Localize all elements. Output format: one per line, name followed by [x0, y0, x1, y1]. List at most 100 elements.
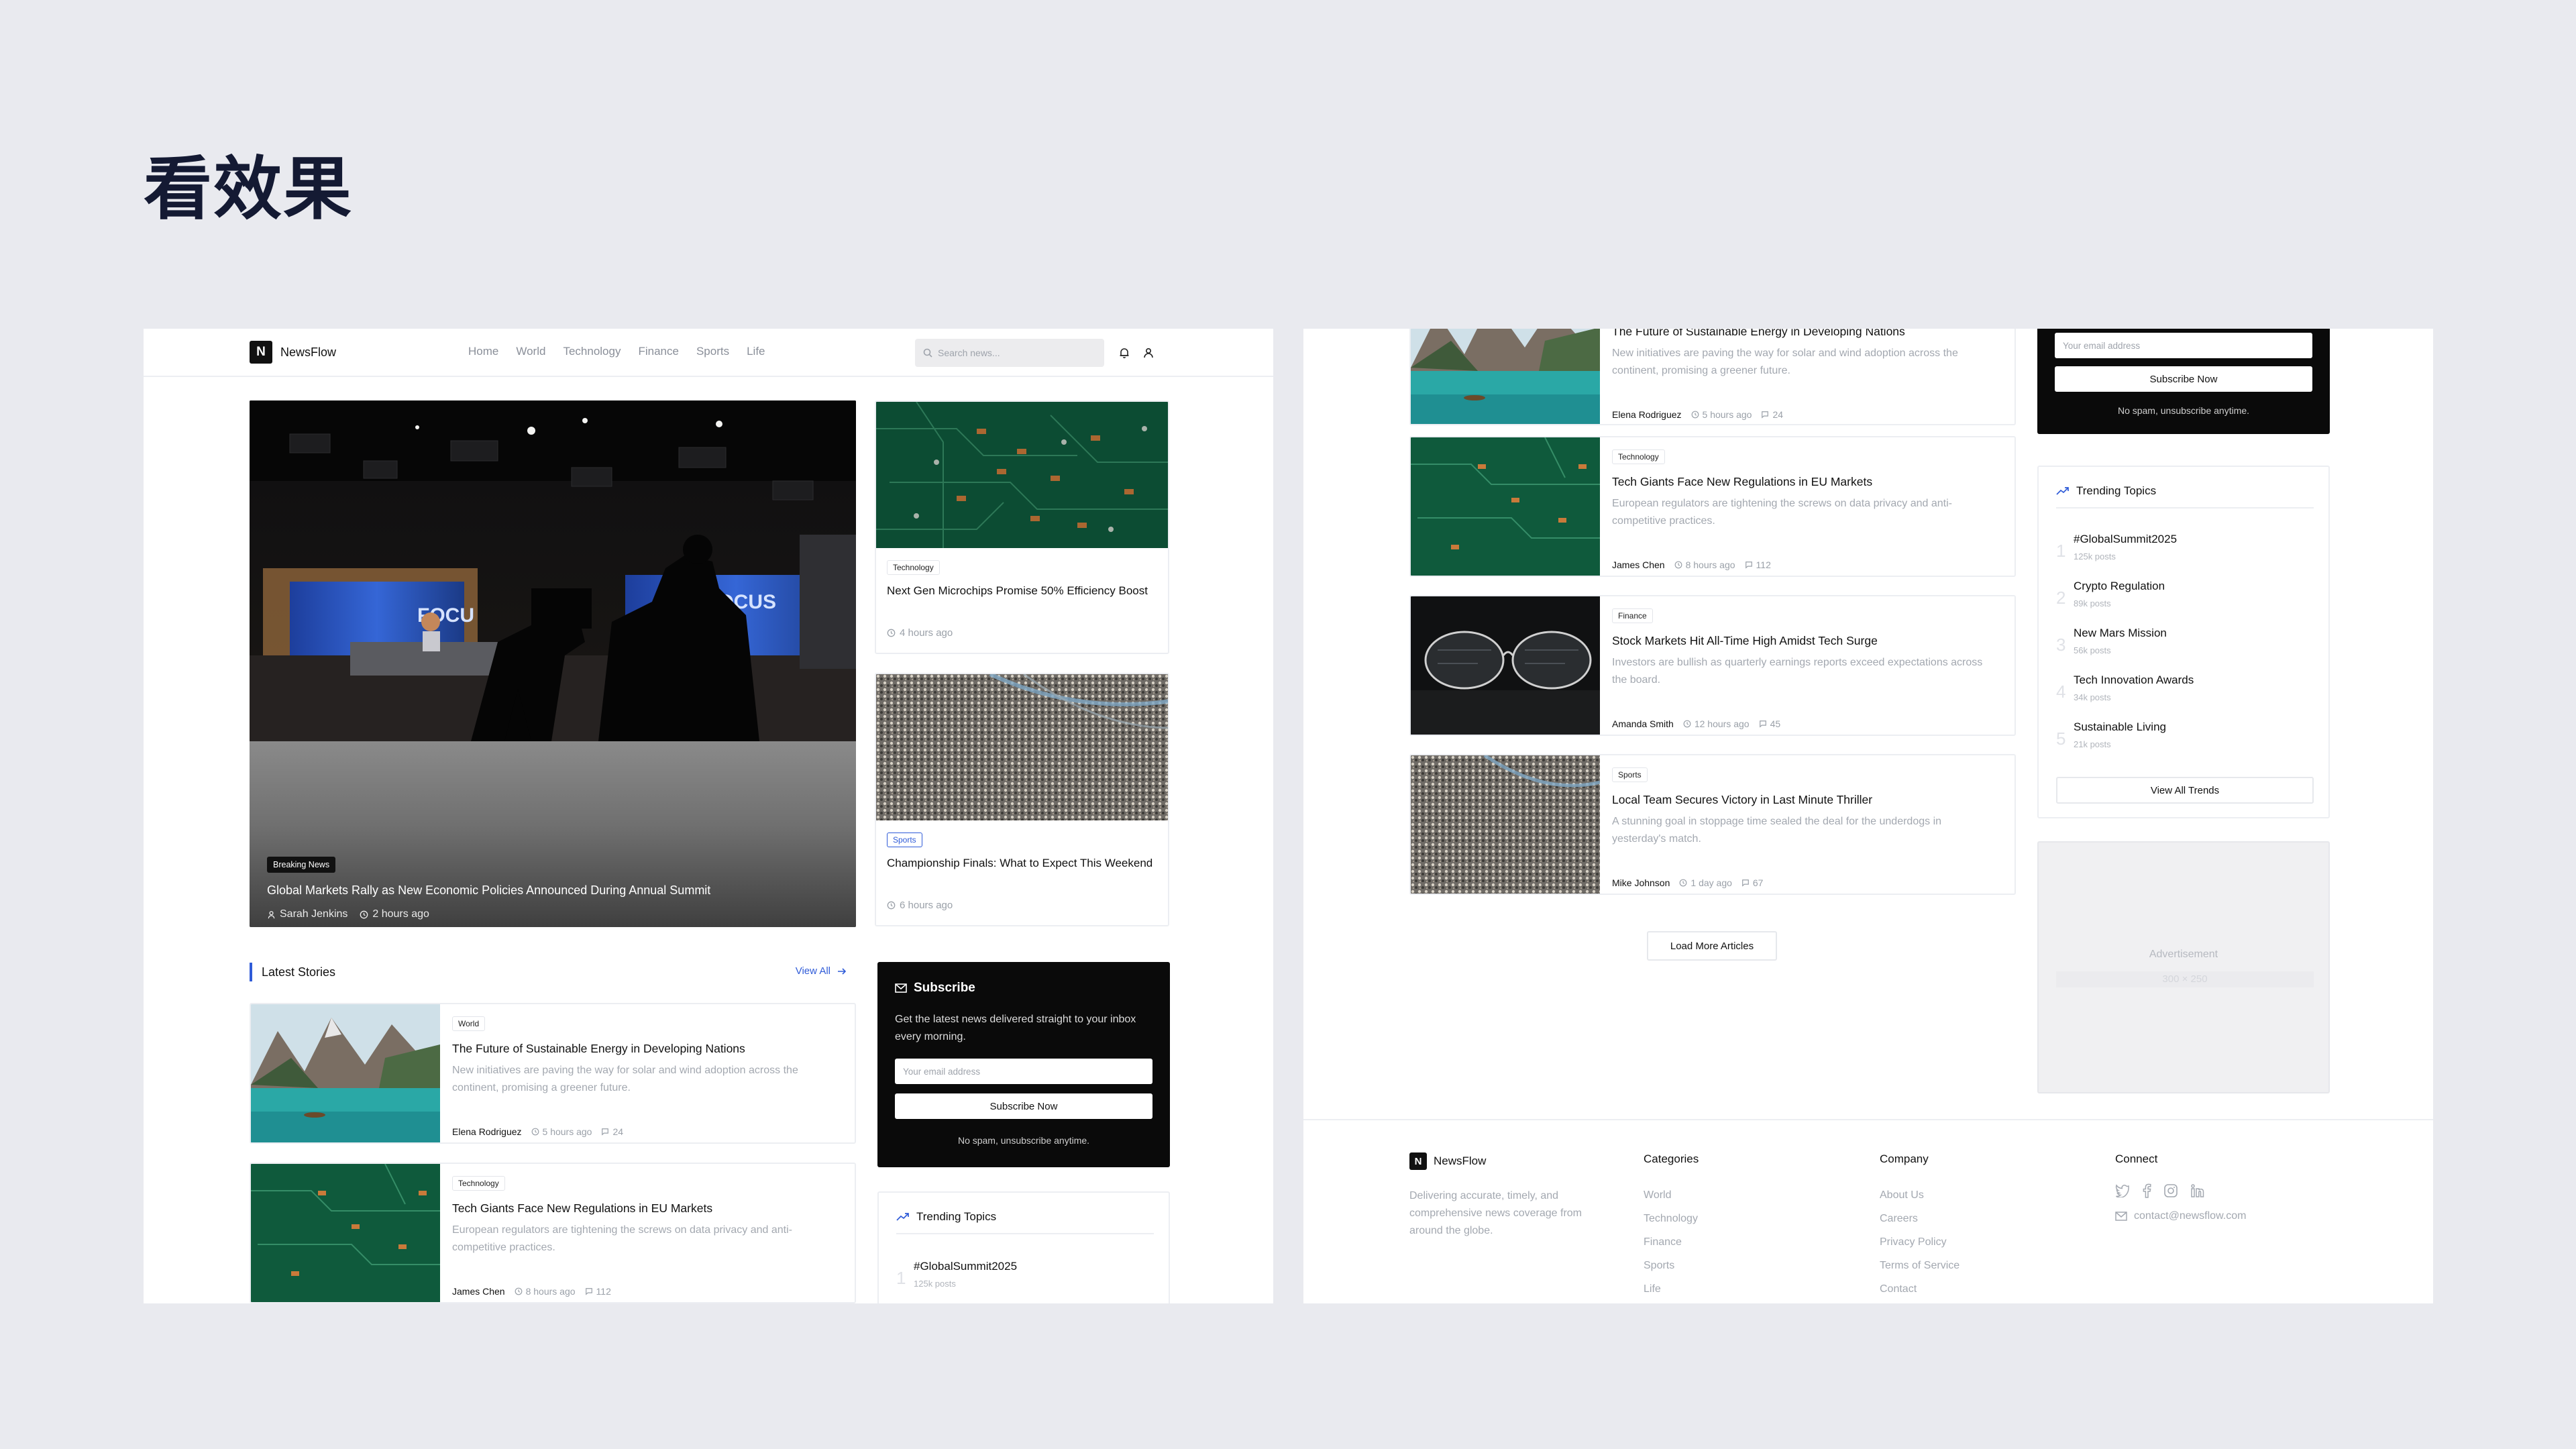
footer-link[interactable]: Terms of Service — [1880, 1254, 1960, 1277]
brand-name: NewsFlow — [280, 345, 337, 359]
nav-link-sports[interactable]: Sports — [696, 345, 729, 358]
subscribe-text: Get the latest news delivered straight t… — [895, 1014, 1136, 1042]
nav-link-home[interactable]: Home — [468, 345, 498, 358]
category-tag[interactable]: Technology — [887, 560, 940, 575]
footer-logo[interactable]: N NewsFlow — [1409, 1152, 1591, 1170]
comment-count: 67 — [1752, 877, 1764, 888]
trending-item[interactable]: 3 New Mars Mission 56k posts — [2056, 627, 2311, 669]
email-field[interactable]: Your email address — [2055, 333, 2312, 358]
article-card[interactable]: Sports Local Team Secures Victory in Las… — [1409, 754, 2016, 895]
nav-link-finance[interactable]: Finance — [638, 345, 678, 358]
trending-item[interactable]: 4 Tech Innovation Awards 34k posts — [2056, 674, 2311, 716]
side-article-title[interactable]: Championship Finals: What to Expect This… — [887, 854, 1159, 872]
footer-link[interactable]: Finance — [1644, 1230, 1699, 1254]
clock-icon — [1679, 879, 1687, 887]
bell-icon[interactable] — [1115, 343, 1134, 362]
article-title[interactable]: Local Team Secures Victory in Last Minut… — [1612, 793, 1872, 807]
article-card[interactable]: World The Future of Sustainable Energy i… — [1409, 329, 2016, 425]
subscribe-heading: Subscribe — [895, 981, 975, 996]
instagram-icon[interactable] — [2163, 1183, 2178, 1198]
hero-article[interactable]: FOCUS FOCU Breaking News Global Markets … — [250, 400, 856, 927]
hero-author: Sarah Jenkins — [280, 908, 348, 920]
footer-link[interactable]: Contact — [1880, 1277, 1960, 1301]
nav-link-life[interactable]: Life — [747, 345, 765, 358]
article-card[interactable]: Finance Stock Markets Hit All-Time High … — [1409, 595, 2016, 736]
lake-image — [251, 1004, 440, 1142]
logo-mark: N — [1409, 1152, 1427, 1170]
footer-link[interactable]: World — [1644, 1183, 1699, 1207]
category-tag[interactable]: World — [452, 1016, 486, 1031]
side-article-card[interactable]: Technology Next Gen Microchips Promise 5… — [875, 400, 1169, 654]
footer-company: Company About Us Careers Privacy Policy … — [1880, 1152, 1960, 1301]
microchip-image — [876, 402, 1168, 548]
category-tag[interactable]: Finance — [1612, 608, 1653, 623]
brand-logo[interactable]: N NewsFlow — [250, 341, 336, 364]
stadium-crowd-image — [876, 674, 1168, 820]
view-all-trends-button[interactable]: View All Trends — [2056, 777, 2314, 804]
subscribe-button[interactable]: Subscribe Now — [895, 1093, 1152, 1119]
subscribe-box: Your email address Subscribe Now No spam… — [2037, 329, 2330, 434]
article-title[interactable]: The Future of Sustainable Energy in Deve… — [452, 1042, 745, 1056]
view-all-link[interactable]: View All — [796, 965, 847, 977]
footer-categories: Categories World Technology Finance Spor… — [1644, 1152, 1699, 1301]
trend-name: Tech Innovation Awards — [2074, 674, 2194, 686]
view-all-label: View All — [795, 965, 830, 977]
category-tag[interactable]: Technology — [452, 1176, 505, 1191]
trending-item[interactable]: 1 #GlobalSummit2025 125k posts — [896, 1260, 1151, 1303]
contact-email-link[interactable]: contact@newsflow.com — [2115, 1210, 2246, 1222]
article-title[interactable]: The Future of Sustainable Energy in Deve… — [1612, 329, 1905, 339]
load-more-button[interactable]: Load More Articles — [1647, 931, 1777, 961]
trending-topics: Trending Topics 1 #GlobalSummit2025 125k… — [2037, 466, 2330, 818]
advertisement-slot[interactable]: Advertisement 300 × 250 — [2037, 841, 2330, 1093]
side-article-time: 6 hours ago — [887, 900, 953, 911]
ad-label: Advertisement — [2149, 949, 2218, 960]
divider — [896, 1233, 1154, 1234]
side-article-title[interactable]: Next Gen Microchips Promise 50% Efficien… — [887, 582, 1159, 600]
search-input[interactable]: Search news... — [915, 339, 1104, 367]
nav-link-world[interactable]: World — [516, 345, 545, 358]
user-icon — [267, 910, 276, 919]
linkedin-icon[interactable] — [2190, 1183, 2205, 1198]
category-tag[interactable]: Technology — [1612, 449, 1665, 464]
article-meta: Elena Rodriguez 5 hours ago 24 — [452, 1126, 623, 1137]
email-field[interactable]: Your email address — [895, 1059, 1152, 1084]
article-title[interactable]: Tech Giants Face New Regulations in EU M… — [452, 1201, 712, 1216]
subscribe-button[interactable]: Subscribe Now — [2055, 366, 2312, 392]
navbar: N NewsFlow Home World Technology Finance… — [144, 329, 1273, 377]
footer-link[interactable]: Life — [1644, 1277, 1699, 1301]
category-tag[interactable]: Sports — [887, 833, 922, 847]
facebook-icon[interactable] — [2142, 1183, 2151, 1198]
hero-overlay — [250, 741, 856, 927]
user-icon[interactable] — [1139, 343, 1158, 362]
subscribe-title: Subscribe — [914, 981, 975, 995]
article-title[interactable]: Stock Markets Hit All-Time High Amidst T… — [1612, 634, 1878, 648]
clock-icon — [531, 1128, 539, 1136]
comment-count: 45 — [1770, 718, 1781, 729]
trending-item[interactable]: 5 Sustainable Living 21k posts — [2056, 720, 2311, 763]
nav-link-technology[interactable]: Technology — [563, 345, 621, 358]
trending-item[interactable]: 1 #GlobalSummit2025 125k posts — [2056, 533, 2311, 576]
twitter-icon[interactable] — [2115, 1183, 2130, 1198]
article-card[interactable]: Technology Tech Giants Face New Regulati… — [250, 1163, 856, 1303]
comment-icon — [1741, 879, 1750, 887]
subscribe-note: No spam, unsubscribe anytime. — [2117, 405, 2250, 416]
footer-link[interactable]: Sports — [1644, 1254, 1699, 1277]
footer-link[interactable]: Privacy Policy — [1880, 1230, 1960, 1254]
glasses-image — [1411, 596, 1600, 735]
trend-name: #GlobalSummit2025 — [914, 1260, 1018, 1273]
footer-link[interactable]: Careers — [1880, 1207, 1960, 1230]
side-article-card[interactable]: Sports Championship Finals: What to Expe… — [875, 673, 1169, 926]
article-title[interactable]: Tech Giants Face New Regulations in EU M… — [1612, 475, 1872, 489]
trending-item[interactable]: 2 Crypto Regulation 89k posts — [2056, 580, 2311, 623]
footer-link[interactable]: Technology — [1644, 1207, 1699, 1230]
footer-heading: Company — [1880, 1152, 1929, 1165]
clock-icon — [1674, 561, 1682, 569]
hero-title[interactable]: Global Markets Rally as New Economic Pol… — [267, 883, 710, 898]
footer-link[interactable]: About Us — [1880, 1183, 1960, 1207]
category-tag[interactable]: Sports — [1612, 767, 1648, 782]
trending-topics: Trending Topics 1 #GlobalSummit2025 125k… — [877, 1191, 1170, 1303]
article-card[interactable]: Technology Tech Giants Face New Regulati… — [1409, 436, 2016, 577]
article-card[interactable]: World The Future of Sustainable Energy i… — [250, 1003, 856, 1144]
stadium-crowd-image — [1411, 755, 1600, 894]
clock-icon — [360, 910, 368, 919]
